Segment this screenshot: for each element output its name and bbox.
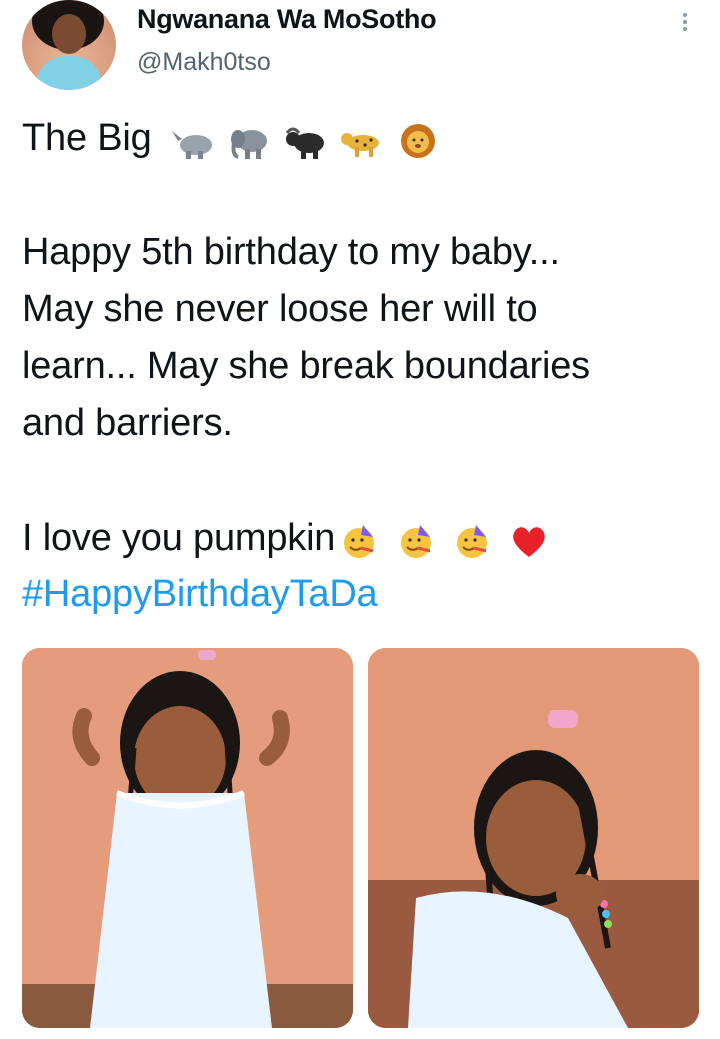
author-name[interactable]: Ngwanana Wa MoSotho	[137, 4, 437, 35]
tweet-line-5: and barriers.	[22, 402, 233, 444]
girl-resting-chin-photo	[368, 648, 699, 1028]
buffalo-emoji-icon	[283, 121, 329, 161]
party-face-emoji-icon	[394, 521, 440, 561]
leopard-emoji-icon	[339, 121, 385, 161]
tweet-line-3: May she never loose her will to	[22, 288, 538, 330]
tweet-line-4: learn... May she break boundaries	[22, 345, 590, 387]
animal-emoji-row	[170, 111, 441, 168]
rhino-emoji-icon	[170, 121, 216, 161]
tweet-line-2: Happy 5th birthday to my baby...	[22, 231, 560, 273]
girl-standing-photo	[22, 648, 353, 1028]
tweet-photo-1[interactable]	[22, 648, 353, 1028]
tweet-line-1: The Big	[22, 110, 441, 168]
party-face-emoji-icon	[337, 521, 383, 561]
author-avatar[interactable]	[22, 0, 116, 90]
elephant-emoji-icon	[226, 121, 272, 161]
author-handle[interactable]: @Makh0tso	[137, 48, 271, 77]
party-emoji-row	[337, 511, 552, 568]
tweet-line-6: I love you pumpkin	[22, 510, 552, 568]
party-face-emoji-icon	[450, 521, 496, 561]
tweet-photo-2[interactable]	[368, 648, 699, 1028]
more-options-icon[interactable]	[676, 10, 694, 36]
lion-emoji-icon	[395, 121, 441, 161]
hashtag-link[interactable]: #HappyBirthdayTaDa	[22, 566, 378, 623]
red-heart-emoji-icon	[506, 521, 552, 561]
